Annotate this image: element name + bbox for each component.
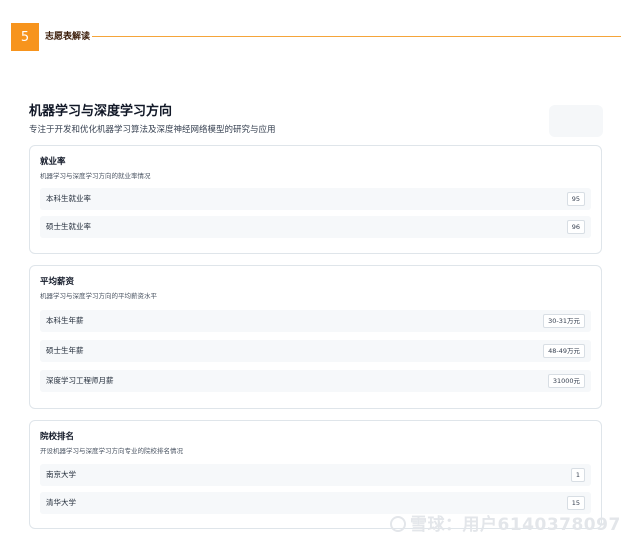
table-row: 本科生年薪 30-31万元 xyxy=(40,310,591,332)
row-label: 本科生就业率 xyxy=(46,194,91,203)
section-title: 志愿表解读 xyxy=(45,32,91,42)
row-label: 深度学习工程师月薪 xyxy=(46,376,114,385)
value-badge: 1 xyxy=(570,468,585,482)
section-header: 5 志愿表解读 xyxy=(0,0,640,60)
average-salary-card: 平均薪资 机器学习与深度学习方向的平均薪资水平 本科生年薪 30-31万元 硕士… xyxy=(29,265,602,409)
header-divider xyxy=(92,36,621,37)
employment-rate-card: 就业率 机器学习与深度学习方向的就业率情况 本科生就业率 95 硕士生就业率 9… xyxy=(29,145,602,254)
page-subtitle: 专注于开发和优化机器学习算法及深度神经网络模型的研究与应用 xyxy=(29,125,276,135)
card-title: 就业率 xyxy=(40,157,66,167)
school-ranking-card: 院校排名 开设机器学习与深度学习方向专业的院校排名情况 南京大学 1 清华大学 … xyxy=(29,420,602,529)
card-title: 平均薪资 xyxy=(40,277,75,287)
card-title: 院校排名 xyxy=(40,432,75,442)
value-badge: 30-31万元 xyxy=(543,314,585,328)
table-row: 硕士生年薪 48-49万元 xyxy=(40,340,591,362)
page-title: 机器学习与深度学习方向 xyxy=(29,104,173,119)
value-badge: 15 xyxy=(566,496,585,510)
row-label: 清华大学 xyxy=(46,498,76,507)
action-button[interactable] xyxy=(549,105,603,137)
table-row: 深度学习工程师月薪 31000元 xyxy=(40,370,591,392)
table-row: 清华大学 15 xyxy=(40,492,591,514)
table-row: 本科生就业率 95 xyxy=(40,188,591,210)
table-row: 硕士生就业率 96 xyxy=(40,216,591,238)
section-number-badge: 5 xyxy=(11,23,39,51)
row-label: 南京大学 xyxy=(46,470,76,479)
row-label: 硕士生年薪 xyxy=(46,346,84,355)
table-row: 南京大学 1 xyxy=(40,464,591,486)
watermark: 雪球：用户6140378097 xyxy=(390,514,621,536)
card-description: 机器学习与深度学习方向的就业率情况 xyxy=(40,172,151,180)
value-badge: 95 xyxy=(566,192,585,206)
value-badge: 96 xyxy=(566,220,585,234)
card-description: 机器学习与深度学习方向的平均薪资水平 xyxy=(40,292,157,300)
row-label: 硕士生就业率 xyxy=(46,222,91,231)
card-description: 开设机器学习与深度学习方向专业的院校排名情况 xyxy=(40,447,183,455)
row-label: 本科生年薪 xyxy=(46,316,84,325)
watermark-text: 雪球：用户6140378097 xyxy=(410,515,621,535)
snowball-logo-icon xyxy=(390,516,406,532)
value-badge: 48-49万元 xyxy=(543,344,585,358)
value-badge: 31000元 xyxy=(547,374,585,388)
